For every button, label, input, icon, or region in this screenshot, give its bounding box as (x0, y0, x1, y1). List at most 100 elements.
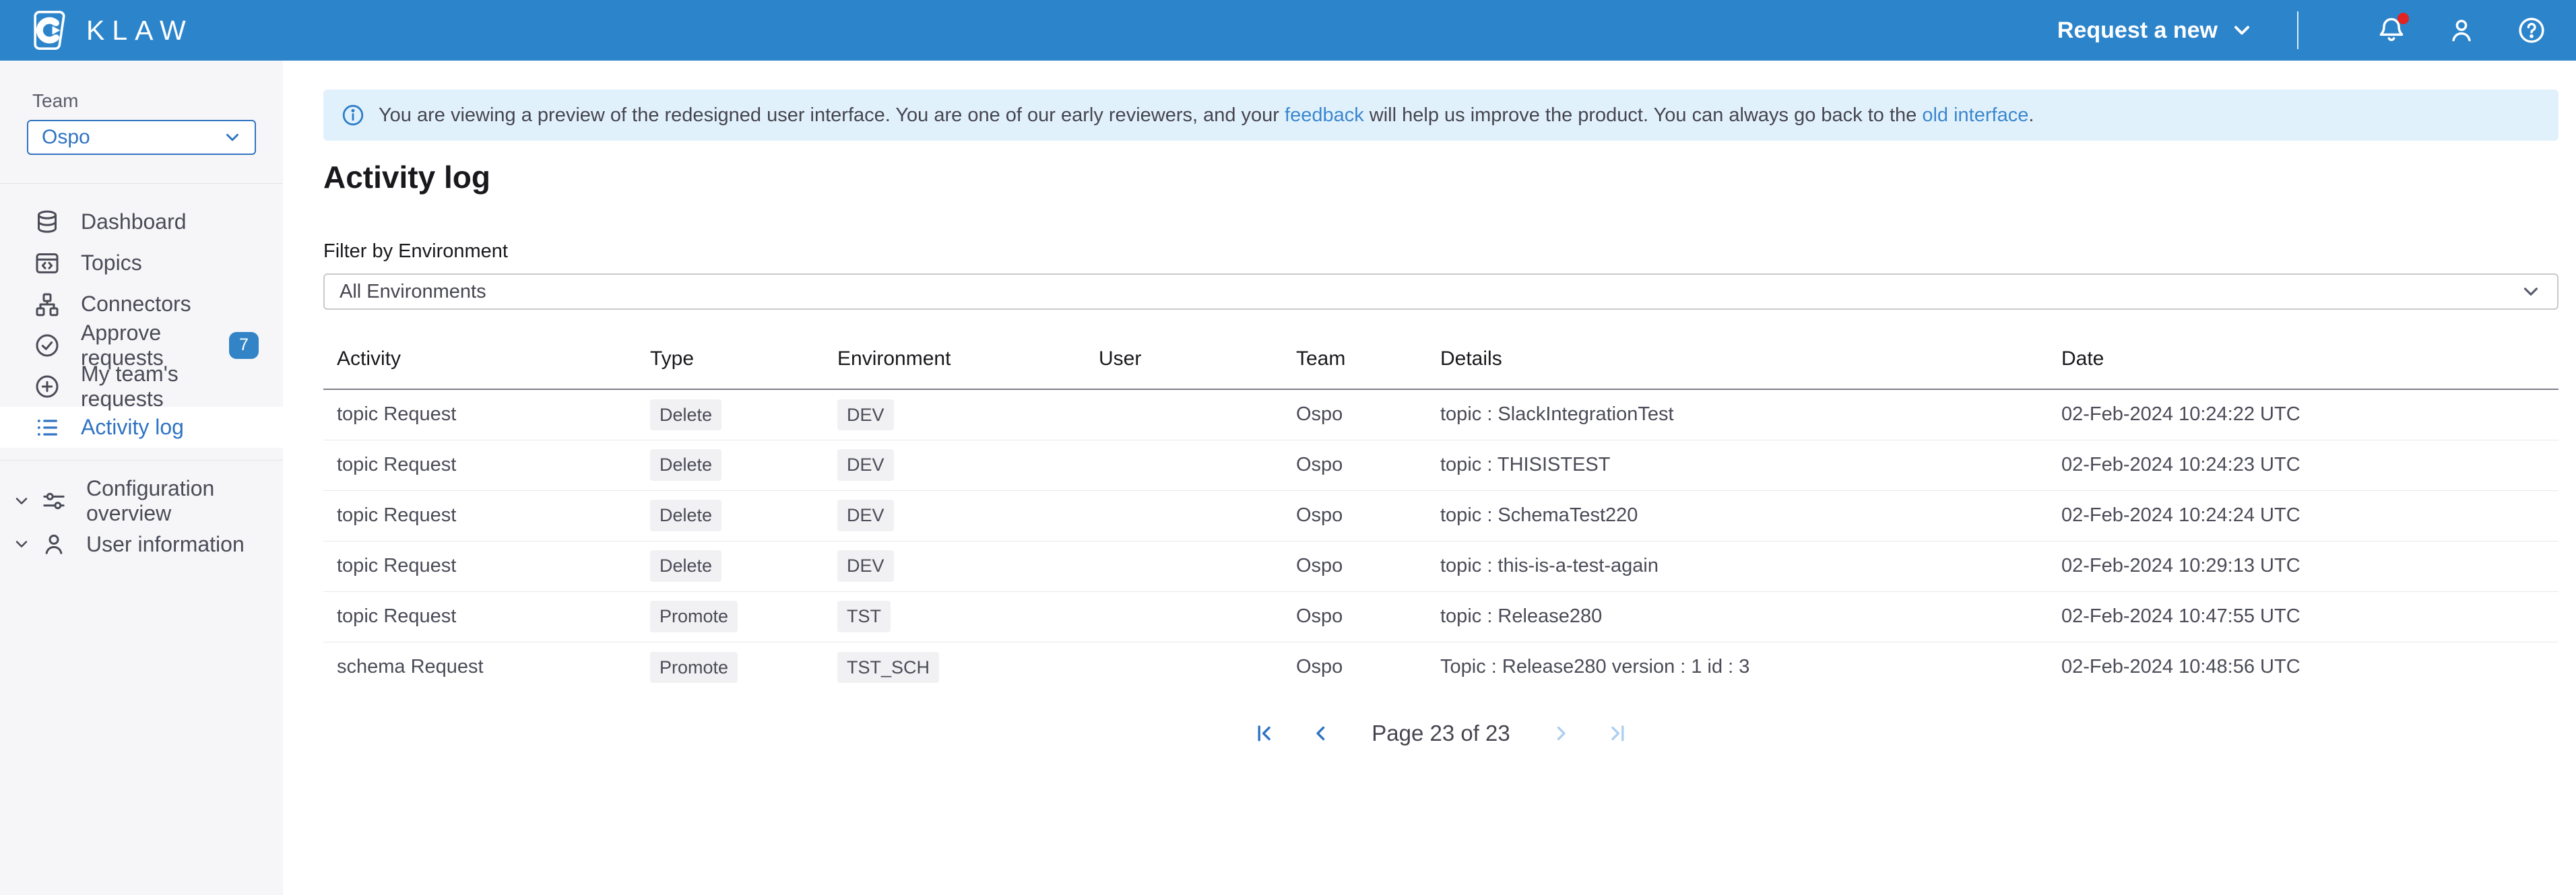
sidebar-nav: Dashboard TopicsConnectorsApprove request… (0, 184, 283, 448)
next-page-icon (1549, 722, 1572, 745)
feedback-link[interactable]: feedback (1285, 104, 1364, 126)
main-content: You are viewing a preview of the redesig… (283, 61, 2576, 895)
klaw-claw-icon (30, 9, 69, 51)
team-select[interactable]: Ospo (27, 120, 256, 155)
column-header-type: Type (650, 347, 837, 389)
type-chip: Delete (650, 449, 721, 480)
page-title: Activity log (323, 158, 2558, 196)
sidebar-item-label: Activity log (81, 415, 184, 440)
environment-cell: TST_SCH (837, 642, 1099, 692)
table-row: topic RequestDeleteDEVOspotopic : SlackI… (323, 389, 2558, 440)
activity-log-table: ActivityTypeEnvironmentUserTeamDetailsDa… (323, 347, 2558, 692)
environment-chip: TST_SCH (837, 652, 939, 683)
sidebar-item-activity-log[interactable]: Activity log (0, 407, 283, 448)
request-a-new-button[interactable]: Request a new (2057, 18, 2254, 44)
sliders-icon (40, 488, 67, 515)
sidebar: Team Ospo Dashboard TopicsConnectorsAppro… (0, 61, 283, 895)
activity-cell: schema Request (323, 642, 650, 692)
date-cell: 02-Feb-2024 10:48:56 UTC (2061, 642, 2558, 692)
user-cell (1099, 642, 1296, 692)
user-icon (2447, 15, 2476, 45)
page-indicator: Page 23 of 23 (1372, 721, 1510, 746)
top-header: KLAW Request a new (0, 0, 2576, 61)
column-header-date: Date (2061, 347, 2558, 389)
help-button[interactable] (2517, 15, 2546, 45)
pending-requests-badge: 7 (229, 332, 259, 359)
activity-cell: topic Request (323, 389, 650, 440)
type-chip: Promote (650, 652, 738, 683)
chevron-down-icon (12, 535, 31, 554)
list-icon (34, 414, 61, 441)
previous-page-icon (1310, 722, 1332, 745)
team-cell: Ospo (1296, 440, 1440, 490)
type-cell: Promote (650, 591, 837, 642)
sidebar-item-dashboard[interactable]: Dashboard (0, 201, 283, 242)
date-cell: 02-Feb-2024 10:47:55 UTC (2061, 591, 2558, 642)
klaw-brand-link[interactable]: KLAW (30, 9, 193, 51)
check-circle-icon (34, 332, 61, 359)
activity-cell: topic Request (323, 541, 650, 591)
table-row: topic RequestPromoteTSTOspotopic : Relea… (323, 591, 2558, 642)
date-cell: 02-Feb-2024 10:24:23 UTC (2061, 440, 2558, 490)
date-cell: 02-Feb-2024 10:29:13 UTC (2061, 541, 2558, 591)
team-cell: Ospo (1296, 490, 1440, 541)
sidebar-item-connectors[interactable]: Connectors (0, 284, 283, 325)
activity-cell: topic Request (323, 490, 650, 541)
activity-cell: topic Request (323, 440, 650, 490)
details-cell: topic : SchemaTest220 (1440, 490, 2061, 541)
database-icon (34, 209, 61, 236)
profile-button[interactable] (2447, 15, 2476, 45)
chevron-down-icon (2230, 18, 2254, 42)
first-page-icon (1253, 722, 1276, 745)
old-interface-link[interactable]: old interface (1922, 104, 2028, 126)
details-cell: topic : Release280 (1440, 591, 2061, 642)
previous-page-button[interactable] (1308, 721, 1334, 746)
info-circle-icon (341, 103, 365, 127)
team-label: Team (32, 90, 283, 112)
sidebar-section-configuration-overview[interactable]: Configuration overview (0, 479, 283, 523)
column-header-activity: Activity (323, 347, 650, 389)
sidebar-section-user-information[interactable]: User information (0, 523, 283, 566)
notifications-button[interactable] (2377, 15, 2406, 45)
chevron-down-icon (222, 127, 243, 147)
sidebar-section-label: Configuration overview (86, 476, 259, 526)
connectors-icon (34, 291, 61, 318)
sidebar-item-approve-requests[interactable]: Approve requests7 (0, 325, 283, 366)
environment-filter-value: All Environments (340, 281, 486, 303)
activity-cell: topic Request (323, 591, 650, 642)
user-cell (1099, 541, 1296, 591)
last-page-button (1605, 721, 1630, 746)
user-cell (1099, 389, 1296, 440)
details-cell: Topic : Release280 version : 1 id : 3 (1440, 642, 2061, 692)
details-cell: topic : THISISTEST (1440, 440, 2061, 490)
type-cell: Delete (650, 541, 837, 591)
environment-cell: TST (837, 591, 1099, 642)
environment-cell: DEV (837, 440, 1099, 490)
environment-chip: DEV (837, 550, 894, 581)
date-cell: 02-Feb-2024 10:24:24 UTC (2061, 490, 2558, 541)
environment-chip: DEV (837, 500, 894, 531)
plus-circle-icon (34, 373, 61, 400)
banner-text: You are viewing a preview of the redesig… (379, 104, 2034, 127)
sidebar-item-my-team-s-requests[interactable]: My team's requests (0, 366, 283, 407)
first-page-button[interactable] (1252, 721, 1277, 746)
user-cell (1099, 490, 1296, 541)
sidebar-item-topics[interactable]: Topics (0, 242, 283, 284)
environment-chip: DEV (837, 449, 894, 480)
user-cell (1099, 440, 1296, 490)
question-circle-icon (2517, 15, 2546, 45)
environment-filter-select[interactable]: All Environments (323, 273, 2558, 310)
column-header-details: Details (1440, 347, 2061, 389)
type-chip: Delete (650, 550, 721, 581)
environment-chip: TST (837, 601, 891, 632)
sidebar-item-label: Dashboard (81, 209, 187, 234)
sidebar-section-label: User information (86, 532, 245, 557)
table-row: topic RequestDeleteDEVOspotopic : Schema… (323, 490, 2558, 541)
chevron-down-icon (12, 492, 31, 510)
brand-name: KLAW (86, 15, 193, 46)
environment-cell: DEV (837, 389, 1099, 440)
sidebar-item-label: My team's requests (81, 362, 259, 411)
column-header-environment: Environment (837, 347, 1099, 389)
column-header-team: Team (1296, 347, 1440, 389)
preview-banner: You are viewing a preview of the redesig… (323, 90, 2558, 141)
